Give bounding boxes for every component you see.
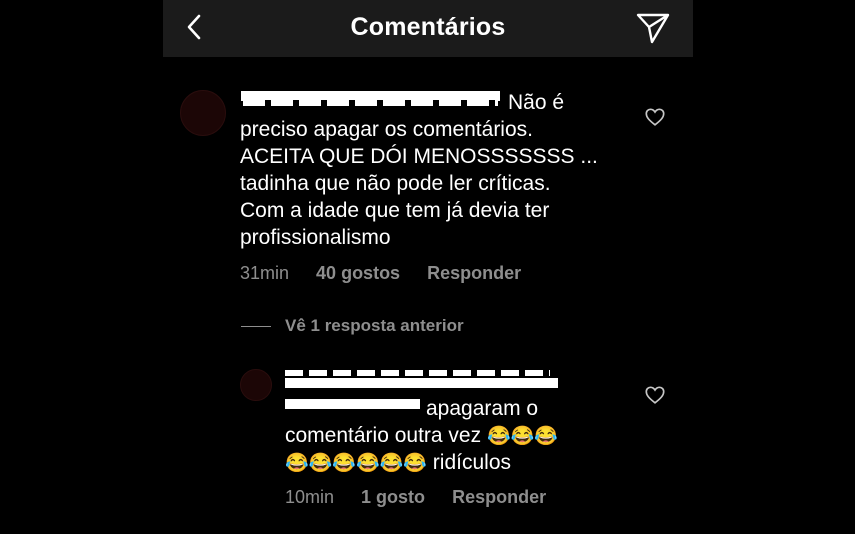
likes-count[interactable]: 40 gostos xyxy=(316,263,400,283)
laughing-emoji-row: 😂😂😂 xyxy=(486,426,558,447)
comments-screen: Comentários Não é preciso apagar os come… xyxy=(163,0,693,534)
reply-text-line3: 😂😂😂😂😂😂 ridículos xyxy=(285,449,511,477)
reply-text-line1: apagaram o xyxy=(426,397,539,420)
comment-time: 31min xyxy=(240,263,290,283)
comment-username-tail: Não é xyxy=(508,91,565,114)
heart-outline-icon[interactable] xyxy=(644,384,666,406)
reply-button[interactable]: Responder xyxy=(427,263,521,283)
reply-text-words: comentário outra vez xyxy=(285,424,482,447)
laughing-emoji-row: 😂😂😂😂😂😂 xyxy=(285,453,427,474)
paper-plane-icon xyxy=(636,13,670,44)
username-remnant xyxy=(285,370,550,376)
reply-text-line2: comentário outra vez 😂😂😂 xyxy=(285,422,558,450)
divider-line xyxy=(241,325,271,327)
comment-meta: 31min 40 gostos Responder xyxy=(240,263,543,284)
redacted-username xyxy=(285,378,558,388)
reply-text-tail: ridículos xyxy=(432,451,511,474)
redacted-mention xyxy=(285,399,420,409)
view-previous-label: Vê 1 resposta anterior xyxy=(285,316,464,335)
view-previous-replies-button[interactable]: Vê 1 resposta anterior xyxy=(241,316,464,336)
reply-comment: apagaram o comentário outra vez 😂😂😂 😂😂😂😂… xyxy=(163,360,693,520)
avatar[interactable] xyxy=(180,90,226,136)
send-button[interactable] xyxy=(633,8,673,48)
page-title: Comentários xyxy=(350,13,506,41)
reply-time: 10min xyxy=(285,487,335,507)
avatar[interactable] xyxy=(240,369,272,401)
heart-outline-icon[interactable] xyxy=(644,106,666,128)
top-bar: Comentários xyxy=(163,0,693,57)
reply-meta: 10min 1 gosto Responder xyxy=(285,487,568,508)
likes-count[interactable]: 1 gosto xyxy=(361,487,425,507)
reply-button[interactable]: Responder xyxy=(452,487,546,507)
username-remnant xyxy=(243,100,498,106)
comment-text: preciso apagar os comentários. ACEITA QU… xyxy=(240,118,598,249)
comment: Não é preciso apagar os comentários. ACE… xyxy=(163,80,693,290)
